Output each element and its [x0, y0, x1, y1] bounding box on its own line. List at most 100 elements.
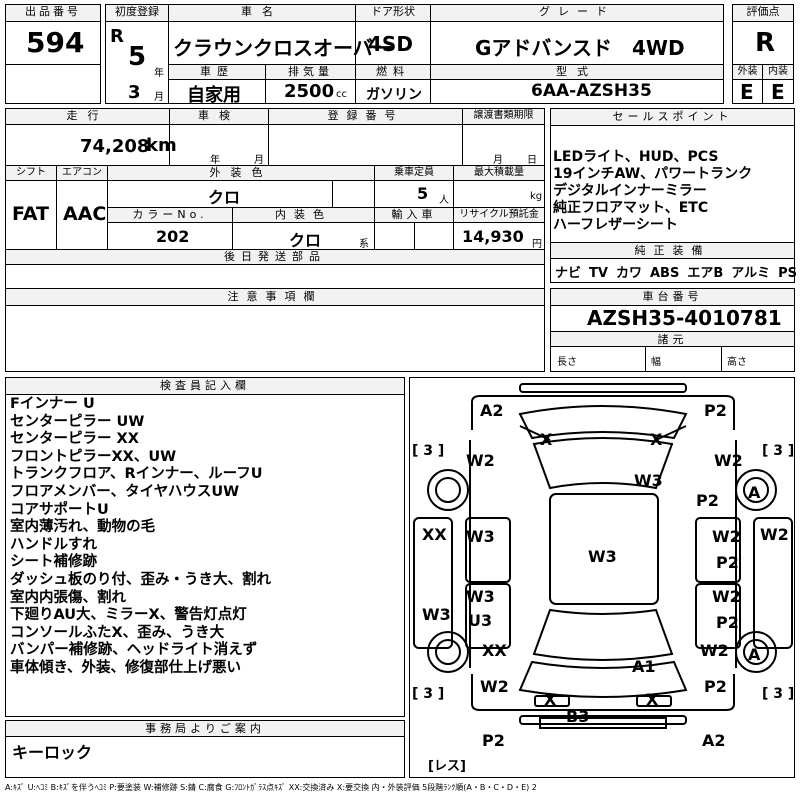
inspector-line: ハンドルすれ [10, 536, 97, 553]
door-cell: 4SD [355, 21, 431, 65]
transfer-cell: 月 日 [462, 124, 545, 166]
notes-box: 注意事項欄 [5, 288, 545, 372]
inspector-line: 室内内張傷、割れ [10, 589, 126, 606]
inspector-box: 検査員記入欄 Fインナー U センターピラー UW センターピラー XX フロン… [5, 377, 405, 717]
equip-item: アルミ [731, 266, 771, 281]
recycle: 14,930 [462, 227, 524, 246]
mark-left-front-door: W3 [466, 527, 495, 546]
mark-front-right-light: X [650, 430, 663, 449]
notes-label: 注意事項欄 [6, 289, 544, 306]
lot-number: 594 [26, 26, 85, 59]
model-label: 型式 [430, 64, 724, 80]
lot-cell: 594 [5, 21, 101, 65]
mark-right-front-bracket: [ 3 ] [762, 443, 794, 459]
intcolor-unit: 系 [359, 239, 369, 250]
load-unit: kg [530, 191, 543, 202]
sales-line: 19インチAW、パワートランク [553, 166, 753, 182]
int-cell: E [762, 79, 794, 104]
capacity: 5 [417, 184, 429, 203]
mark-spare-tire: [レス] [428, 759, 466, 774]
inspector-line: ダッシュ板のり付、歪み・うき大、割れ [10, 571, 271, 588]
model: 6AA-AZSH35 [531, 81, 652, 101]
color: クロ [208, 188, 241, 207]
equip-item: ナビ [555, 266, 582, 281]
fuel-label: 燃料 [355, 64, 431, 80]
mark-left-rear-fender: XX [482, 641, 507, 660]
mark-right-rear-wheel: A [748, 645, 761, 664]
mark-roof: W3 [588, 547, 617, 566]
disp-cell: 2500 cc [265, 79, 356, 104]
recycle-unit: 円 [532, 239, 542, 250]
ext-cell: E [732, 79, 763, 104]
reg-month: 3 [128, 82, 141, 103]
door: 4SD [368, 32, 413, 56]
inspector-line: フロアメンバー、タイヤハウスUW [10, 483, 240, 500]
mark-right-front-door: W2 [712, 527, 741, 546]
mark-right-rear-quarter: P2 [704, 677, 727, 696]
plate-cell [268, 124, 463, 166]
inspector-label: 検査員記入欄 [6, 378, 404, 395]
mark-rear-left-corner: P2 [482, 731, 505, 750]
equip-item: カワ [615, 266, 642, 281]
plate-label: 登録番号 [268, 108, 463, 125]
score-label: 評価点 [732, 4, 794, 22]
month-unit: 月 [154, 92, 164, 103]
capacity-cell: 5 人 [374, 180, 454, 208]
history-cell: 自家用 [168, 79, 266, 106]
ac-cell: AAC [56, 180, 108, 250]
sales-line: デジタルインナーミラー [553, 183, 707, 199]
inspector-line: シート補修跡 [10, 554, 97, 571]
car-diagram: A2 P2 [ 3 ] [ 3 ] X X W2 W3 W2 P2 A XX W… [412, 383, 794, 774]
legend: A:ｷｽﾞ U:ﾍｺﾐ B:ｷｽﾞを伴うﾍｺﾐ P:要塗装 W:補修跡 S:錆 … [5, 783, 537, 792]
later-cell [5, 264, 545, 290]
inspector-line: センターピラー UW [10, 413, 145, 430]
mark-right-rear-fender: W2 [700, 641, 729, 660]
equip-item: ABS [649, 266, 680, 281]
load-label: 最大積載量 [453, 165, 545, 181]
inspector-line: コンソールふたX、歪み、うき大 [10, 624, 225, 641]
header-box: 出品番号 594 初度登録 R 5 年 3 月 車名 クラウンクロスオーバー 車… [5, 4, 794, 106]
insp-year-unit: 年 [210, 155, 220, 166]
ac-label: エアコン [56, 165, 108, 181]
model-cell: 6AA-AZSH35 [430, 79, 724, 104]
inspector-line: バンパー補修跡、ヘッドライト消えず [10, 642, 258, 659]
colorno: 202 [156, 227, 190, 246]
disp-unit: cc [336, 89, 347, 100]
year-unit: 年 [154, 68, 164, 79]
sales-line: LEDライト、HUD、PCS [553, 149, 719, 165]
inspection-label: 車検 [169, 108, 269, 125]
import-label: 輸入車 [374, 207, 454, 223]
mileage-label: 走行 [5, 108, 170, 125]
mark-right-front-door-paint: P2 [716, 553, 739, 572]
intcolor: クロ [289, 231, 322, 250]
lot-blank [5, 64, 101, 104]
reg-year: 5 [128, 42, 147, 72]
mark-rear-bumper: B3 [566, 707, 589, 726]
later-label: 後日発送部品 [5, 249, 545, 265]
equip-item: エアB [687, 266, 724, 281]
era: R [110, 26, 124, 47]
mark-left-rear-quarter: W2 [480, 677, 509, 696]
grade: Gアドバンスド 4WD [475, 36, 685, 60]
mark-left-front-bracket: [ 3 ] [412, 443, 444, 459]
first-reg-cell: R 5 年 3 月 [105, 21, 169, 104]
grade-label: グレード [430, 4, 724, 22]
mark-right-front-fender-paint: P2 [696, 491, 719, 510]
inspector-line: Fインナー U [10, 396, 95, 412]
sales-lines: LEDライト、HUD、PCS 19インチAW、パワートランク デジタルインナーミ… [553, 149, 752, 234]
length-label: 長さ [557, 357, 577, 368]
fuel: ガソリン [366, 87, 422, 103]
displacement: 2500 [284, 81, 335, 102]
mark-front-right-corner: P2 [704, 401, 727, 420]
inspector-line: トランクフロア、Rインナー、ルーフU [10, 466, 263, 483]
lot-label: 出品番号 [5, 4, 101, 22]
equipment-label: 純正装備 [551, 242, 794, 259]
chassis-label: 車台番号 [551, 289, 794, 306]
shift-label: シフト [5, 165, 57, 181]
grade-cell: Gアドバンスド 4WD [430, 21, 724, 65]
mark-left-rear-door: W3 [466, 587, 495, 606]
mark-right-rear-door-paint: P2 [716, 613, 739, 632]
inspection-cell: 年 月 [169, 124, 269, 166]
mileage: 74,208 [80, 136, 150, 157]
width-label: 幅 [651, 357, 661, 368]
